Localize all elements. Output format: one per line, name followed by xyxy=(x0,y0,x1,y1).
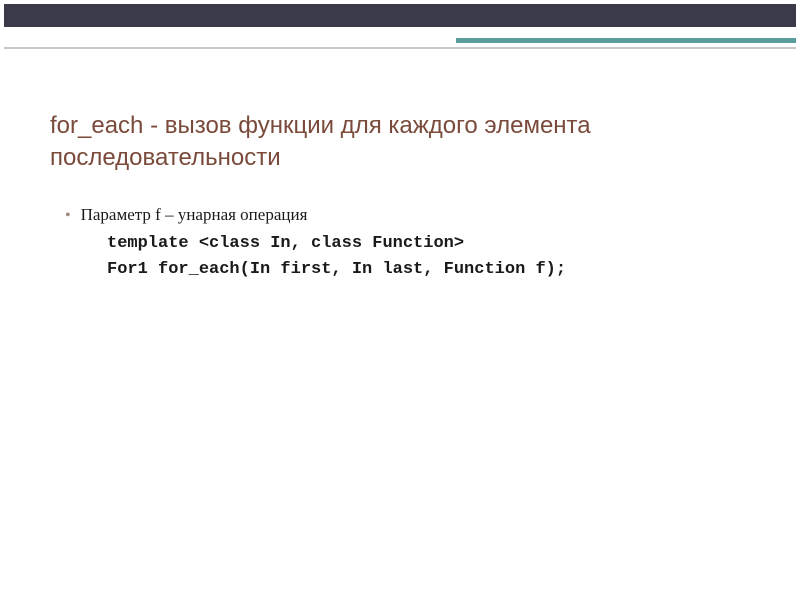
slide: for_each - вызов функции для каждого эле… xyxy=(0,0,800,600)
code-line-1: template <class In, class Function> xyxy=(107,231,750,257)
bullet-item: • Параметр f – унарная операция xyxy=(65,205,750,225)
top-bar xyxy=(4,4,796,27)
code-line-2: For1 for_each(In first, In last, Functio… xyxy=(107,257,750,283)
slide-content: • Параметр f – унарная операция template… xyxy=(65,205,750,282)
bullet-marker: • xyxy=(65,208,71,224)
bullet-text: Параметр f – унарная операция xyxy=(81,205,308,225)
accent-line-gray xyxy=(4,47,796,49)
slide-title: for_each - вызов функции для каждого эле… xyxy=(50,110,750,175)
accent-line-teal xyxy=(456,38,796,43)
